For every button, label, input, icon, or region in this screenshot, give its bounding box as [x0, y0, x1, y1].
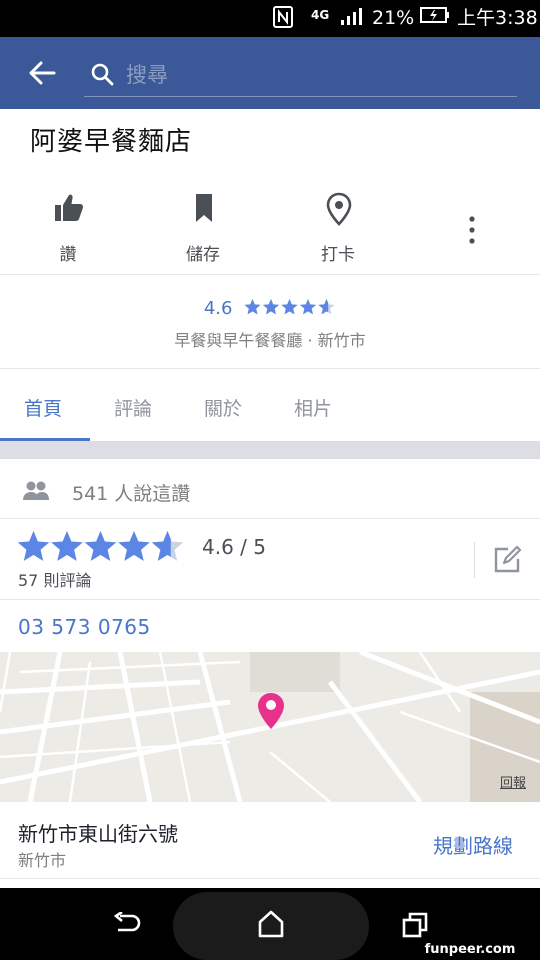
rating-summary: 4.6	[0, 298, 540, 319]
address-street: 新竹市東山街六號	[18, 822, 178, 846]
map-report-link[interactable]: 回報	[500, 772, 526, 791]
bookmark-icon	[196, 194, 212, 222]
divider	[0, 274, 540, 275]
nfc-icon	[273, 6, 293, 34]
star-filled	[263, 299, 280, 315]
address-city: 新竹市	[18, 851, 67, 870]
rating-stars	[244, 299, 335, 315]
tab-reviews[interactable]: 評論	[114, 394, 152, 421]
search-underline	[84, 96, 517, 97]
directions-link[interactable]: 規劃路線	[433, 830, 513, 859]
star-filled	[17, 531, 50, 561]
save-button[interactable]: 儲存	[148, 192, 258, 272]
checkin-label: 打卡	[321, 245, 355, 265]
more-options-icon[interactable]	[466, 215, 478, 249]
back-arrow-icon[interactable]	[28, 61, 56, 89]
save-label: 儲存	[186, 245, 220, 265]
rating-stars-large	[17, 531, 184, 561]
tab-photos[interactable]: 相片	[294, 394, 332, 421]
vertical-divider	[474, 542, 475, 578]
star-filled	[51, 531, 83, 561]
star-filled	[84, 531, 117, 561]
star-filled	[281, 299, 298, 315]
signal-icon	[340, 6, 364, 32]
divider	[0, 878, 540, 879]
app-bar: 搜尋	[0, 37, 540, 109]
star-filled	[244, 299, 261, 315]
edit-review-icon[interactable]	[492, 545, 522, 579]
map-marker-icon	[257, 692, 285, 734]
recent-apps-icon[interactable]	[402, 912, 428, 942]
battery-percent: 21%	[372, 7, 415, 29]
clock: 上午3:38	[457, 7, 538, 29]
map-view[interactable]	[0, 652, 540, 802]
home-nav-icon[interactable]	[258, 910, 284, 942]
like-label: 讚	[59, 245, 77, 265]
likes-count: 541 人說這讚	[72, 483, 191, 505]
like-button[interactable]: 讚	[13, 192, 123, 272]
tab-home[interactable]: 首頁	[24, 394, 62, 421]
watermark: funpeer.com	[420, 940, 520, 960]
star-filled	[300, 299, 317, 315]
rating-score: 4.6 / 5	[202, 535, 266, 559]
phone-link[interactable]: 03 573 0765	[18, 615, 151, 639]
status-bar: 4G 21% 上午3:38	[0, 0, 540, 37]
search-input[interactable]: 搜尋	[126, 59, 168, 89]
people-icon	[22, 480, 50, 506]
review-count[interactable]: 57 則評論	[18, 567, 91, 591]
battery-icon	[420, 6, 450, 30]
thumbs-up-icon	[55, 194, 83, 221]
divider	[0, 599, 540, 600]
search-icon	[90, 62, 114, 90]
section-separator	[0, 441, 540, 459]
back-nav-icon[interactable]	[112, 910, 142, 942]
tab-about[interactable]: 關於	[204, 394, 242, 421]
divider	[0, 368, 540, 369]
checkin-button[interactable]: 打卡	[283, 192, 393, 272]
category-text: 早餐與早午餐餐廳 · 新竹市	[174, 331, 366, 350]
page-title: 阿婆早餐麵店	[30, 127, 193, 157]
network-type: 4G	[311, 8, 330, 22]
star-filled	[118, 531, 150, 561]
divider	[0, 518, 540, 519]
rating-number: 4.6	[203, 298, 233, 319]
location-pin-icon	[326, 192, 352, 226]
